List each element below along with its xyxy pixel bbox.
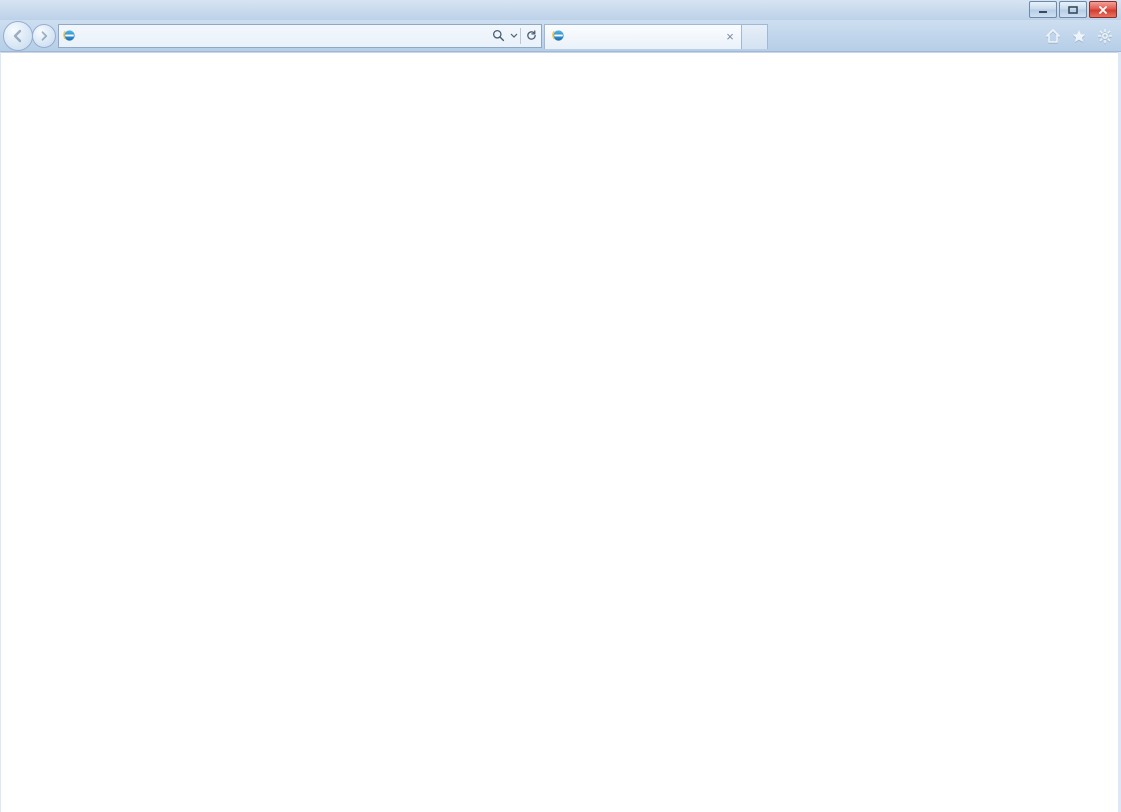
address-input[interactable] xyxy=(79,25,488,47)
home-icon[interactable] xyxy=(1044,27,1062,45)
gear-icon[interactable] xyxy=(1096,27,1114,45)
toolbar-right-icons xyxy=(1044,27,1116,45)
page-content xyxy=(1,52,1118,812)
minimize-button[interactable] xyxy=(1029,1,1057,18)
back-button[interactable] xyxy=(3,21,33,51)
browser-tab[interactable]: × xyxy=(544,24,742,49)
arrow-left-icon xyxy=(10,28,26,44)
address-bar xyxy=(58,24,542,48)
new-tab-button[interactable] xyxy=(742,24,768,49)
forward-button[interactable] xyxy=(32,24,56,48)
window-titlebar xyxy=(0,0,1121,20)
refresh-icon[interactable] xyxy=(521,25,541,47)
ie-icon xyxy=(551,28,566,46)
search-icon[interactable] xyxy=(488,25,508,47)
close-tab-icon[interactable]: × xyxy=(723,30,737,44)
tab-strip: × xyxy=(544,23,768,49)
close-button[interactable] xyxy=(1089,1,1117,18)
ie-icon xyxy=(59,28,79,43)
favorites-icon[interactable] xyxy=(1070,27,1088,45)
maximize-button[interactable] xyxy=(1059,1,1087,18)
search-dropdown-icon[interactable] xyxy=(508,25,520,47)
browser-toolbar: × xyxy=(0,20,1121,52)
arrow-right-icon xyxy=(38,30,50,42)
